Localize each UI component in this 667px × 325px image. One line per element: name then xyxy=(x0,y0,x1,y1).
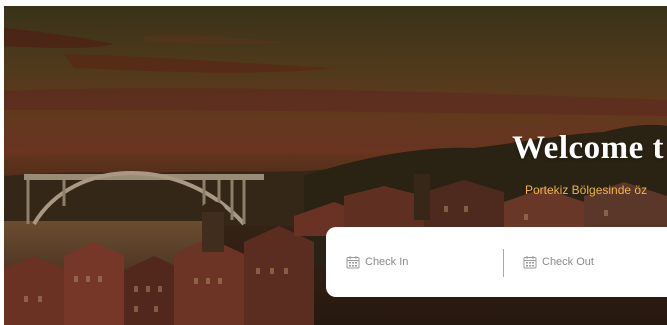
booking-search-bar: Check In Check Out xyxy=(326,227,667,297)
calendar-icon xyxy=(523,256,537,269)
check-out-placeholder: Check Out xyxy=(542,256,594,268)
hero-subtitle: Portekiz Bölgesinde öz xyxy=(525,183,648,197)
hero-title: Welcome t xyxy=(512,130,665,166)
calendar-icon xyxy=(346,256,360,269)
check-in-placeholder: Check In xyxy=(365,256,409,268)
check-in-field[interactable]: Check In xyxy=(346,249,496,275)
page-frame: Welcome t Portekiz Bölgesinde öz Check I… xyxy=(0,0,667,325)
check-out-field[interactable]: Check Out xyxy=(523,249,663,275)
field-divider xyxy=(503,249,504,277)
